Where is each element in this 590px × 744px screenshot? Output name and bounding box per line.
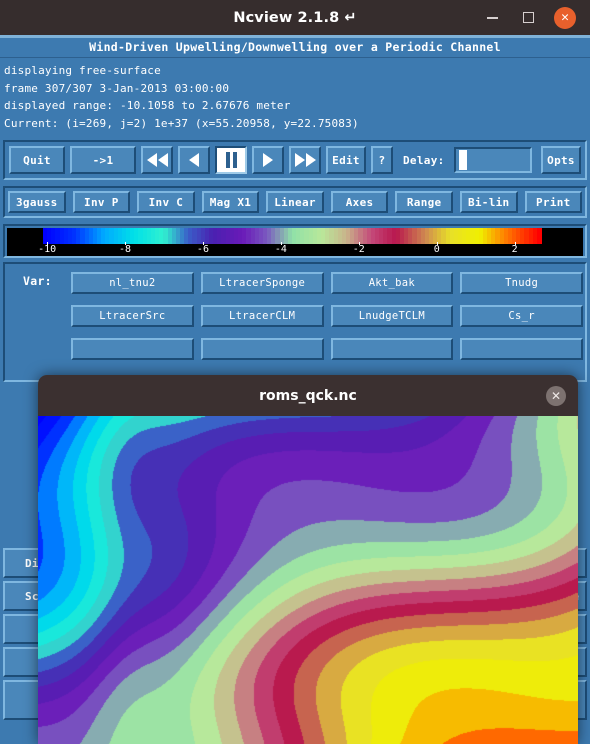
- variable-button[interactable]: [200, 338, 324, 360]
- plot-dialog-titlebar: roms_qck.nc ✕: [38, 375, 578, 416]
- option-button-print[interactable]: Print: [524, 191, 583, 213]
- fast-forward-icon[interactable]: [289, 146, 321, 174]
- ncview-banner: Wind-Driven Upwelling/Downwelling over a…: [0, 38, 590, 58]
- colorbar-panel: -10 -8 -6 -4 -2 0 2: [3, 224, 587, 258]
- variable-row: [71, 338, 583, 360]
- var-label: Var:: [23, 274, 52, 288]
- window-titlebar: Ncview 2.1.8 ↵ ✕: [0, 0, 590, 35]
- opts-button[interactable]: Opts: [541, 146, 581, 174]
- option-button-inv-c[interactable]: Inv C: [137, 191, 195, 213]
- delay-input[interactable]: [453, 147, 532, 173]
- colorbar-tick-label: -4: [274, 244, 287, 255]
- option-button-inv-p[interactable]: Inv P: [72, 191, 131, 213]
- text-caret: [458, 150, 467, 170]
- delay-label: Delay:: [403, 153, 445, 167]
- variable-selector-panel: Var: nl_tnu2 LtracerSponge Akt_bak Tnudg Lt…: [3, 262, 587, 382]
- variable-button-nl_tnu2[interactable]: nl_tnu2: [71, 272, 194, 294]
- window-title: Ncview 2.1.8 ↵: [233, 9, 357, 26]
- colorbar-band: [536, 228, 542, 244]
- colorbar-tick-label: -6: [196, 244, 209, 255]
- colorbar-tick-label: -10: [38, 244, 57, 255]
- close-icon[interactable]: ✕: [546, 385, 566, 406]
- info-line-current: Current: (i=269, j=2) 1e+37 (x=55.20958,…: [4, 116, 359, 130]
- display-options-toolbar: 3gauss Inv P Inv C Mag X1 Linear Axes Range Bi-…: [3, 186, 587, 218]
- edit-button[interactable]: Edit: [326, 146, 366, 174]
- playback-toolbar: Quit ->1 Edit ? Delay: Opts: [3, 140, 587, 180]
- variable-button-cs_r[interactable]: Cs_r: [460, 305, 583, 327]
- variable-button-ltracersrc[interactable]: LtracerSrc: [71, 305, 194, 327]
- variable-button[interactable]: [330, 338, 454, 360]
- variable-button-ltracerclm[interactable]: LtracerCLM: [200, 305, 324, 327]
- help-button[interactable]: ?: [371, 146, 393, 174]
- goto-first-frame-button[interactable]: ->1: [70, 146, 136, 174]
- colorbar-tick-label: 0: [433, 244, 440, 255]
- colorbar-gradient: [43, 228, 542, 244]
- plot-dialog: roms_qck.nc ✕: [38, 375, 578, 744]
- colorbar-tick-label: -8: [119, 244, 132, 255]
- step-forward-icon[interactable]: [252, 146, 284, 174]
- info-line-frame: frame 307/307 3-Jan-2013 03:00:00: [4, 81, 230, 95]
- option-button-mag-x1[interactable]: Mag X1: [201, 191, 260, 213]
- variable-button[interactable]: [460, 338, 583, 360]
- option-button-3gauss[interactable]: 3gauss: [8, 191, 66, 213]
- quit-button[interactable]: Quit: [9, 146, 65, 174]
- colorbar-tick-label: -2: [352, 244, 365, 255]
- variable-button-lnudgetclm[interactable]: LnudgeTCLM: [330, 305, 454, 327]
- minimize-icon[interactable]: [482, 8, 502, 28]
- variable-button-tnudg[interactable]: Tnudg: [460, 272, 583, 294]
- step-back-icon[interactable]: [178, 146, 210, 174]
- pause-icon[interactable]: [215, 146, 247, 174]
- colorbar-tick-label: 2: [511, 244, 518, 255]
- rewind-icon[interactable]: [141, 146, 173, 174]
- free-surface-field-map[interactable]: [38, 416, 578, 744]
- option-button-bi-lin[interactable]: Bi-lin: [459, 191, 518, 213]
- maximize-icon[interactable]: [518, 8, 538, 28]
- variable-row: LtracerSrc LtracerCLM LnudgeTCLM Cs_r: [71, 305, 583, 327]
- option-button-linear[interactable]: Linear: [266, 191, 324, 213]
- close-icon[interactable]: ✕: [554, 6, 576, 29]
- variable-button-akt_bak[interactable]: Akt_bak: [330, 272, 454, 294]
- plot-dialog-title: roms_qck.nc: [259, 387, 357, 404]
- info-line-range: displayed range: -10.1058 to 2.67676 met…: [4, 99, 291, 112]
- option-button-axes[interactable]: Axes: [330, 191, 389, 213]
- info-panel: displaying free-surface frame 307/307 3-…: [0, 58, 590, 135]
- info-line-displaying: displaying free-surface: [4, 64, 161, 77]
- window-controls: ✕: [482, 0, 584, 35]
- variable-button[interactable]: [71, 338, 194, 360]
- colorbar[interactable]: -10 -8 -6 -4 -2 0 2: [7, 228, 583, 256]
- option-button-range[interactable]: Range: [395, 191, 453, 213]
- plot-dialog-body: [38, 416, 578, 744]
- variable-row: nl_tnu2 LtracerSponge Akt_bak Tnudg: [71, 272, 583, 294]
- variable-button-ltracersponge[interactable]: LtracerSponge: [200, 272, 324, 294]
